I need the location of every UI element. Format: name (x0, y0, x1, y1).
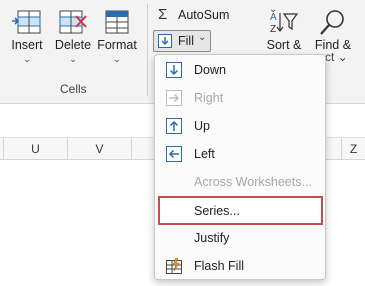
menu-item-up[interactable]: Up (158, 113, 323, 139)
menu-item-down-label: Down (194, 63, 226, 77)
menu-item-across-worksheets-label: Across Worksheets... (194, 175, 312, 189)
delete-label: Delete (54, 38, 92, 52)
menu-item-left-label: Left (194, 147, 215, 161)
fill-right-icon (166, 90, 182, 106)
column-header-z[interactable]: Z (342, 138, 365, 160)
menu-item-series[interactable]: Series... (158, 196, 323, 225)
autosum-button[interactable]: Σ AutoSum (156, 6, 256, 26)
flash-fill-icon (166, 257, 182, 274)
svg-text:A: A (270, 12, 277, 23)
menu-item-justify[interactable]: Justify (158, 225, 323, 251)
autosum-label: AutoSum (178, 8, 230, 22)
sort-filter-label: Sort & (266, 38, 302, 52)
format-button[interactable]: Format ⌄ (94, 6, 140, 76)
cells-group-label: Cells (60, 82, 87, 96)
fill-left-icon (166, 146, 182, 162)
delete-cells-icon (56, 8, 90, 38)
menu-item-up-label: Up (194, 119, 210, 133)
fill-down-icon (166, 62, 182, 78)
group-divider (147, 4, 148, 96)
sort-filter-icon: A Z (269, 8, 299, 38)
menu-item-series-label: Series... (194, 204, 240, 218)
fill-label: Fill (178, 34, 194, 48)
insert-cells-icon (10, 8, 44, 38)
menu-item-justify-label: Justify (194, 231, 230, 245)
column-header-u[interactable]: U (4, 138, 68, 160)
delete-button[interactable]: Delete ⌄ (50, 6, 96, 76)
menu-item-across-worksheets: Across Worksheets... (158, 169, 323, 195)
fill-up-icon (166, 118, 182, 134)
svg-text:Z: Z (270, 24, 276, 35)
menu-item-flash-fill-label: Flash Fill (194, 259, 245, 273)
insert-label: Insert (11, 38, 43, 52)
insert-button[interactable]: Insert ⌄ (4, 6, 50, 76)
menu-item-flash-fill[interactable]: Flash Fill (158, 253, 323, 279)
sigma-icon: Σ (158, 6, 168, 23)
menu-item-right: Right (158, 85, 323, 111)
fill-chevron-down-icon: ⌄ (198, 32, 207, 43)
fill-down-icon (158, 34, 172, 48)
format-cells-icon (100, 8, 134, 38)
delete-chevron-down-icon: ⌄ (69, 54, 77, 64)
column-header-v[interactable]: V (68, 138, 132, 160)
menu-item-left[interactable]: Left (158, 141, 323, 167)
insert-chevron-down-icon: ⌄ (23, 54, 31, 64)
fill-button[interactable]: Fill ⌄ (153, 30, 211, 52)
magnifier-icon (318, 8, 348, 38)
format-chevron-down-icon: ⌄ (113, 54, 121, 64)
menu-item-down[interactable]: Down (158, 57, 323, 83)
menu-item-right-label: Right (194, 91, 224, 105)
format-label: Format (97, 38, 137, 52)
fill-dropdown-menu: Down Right Up Left Across Worksheets... … (154, 54, 326, 280)
